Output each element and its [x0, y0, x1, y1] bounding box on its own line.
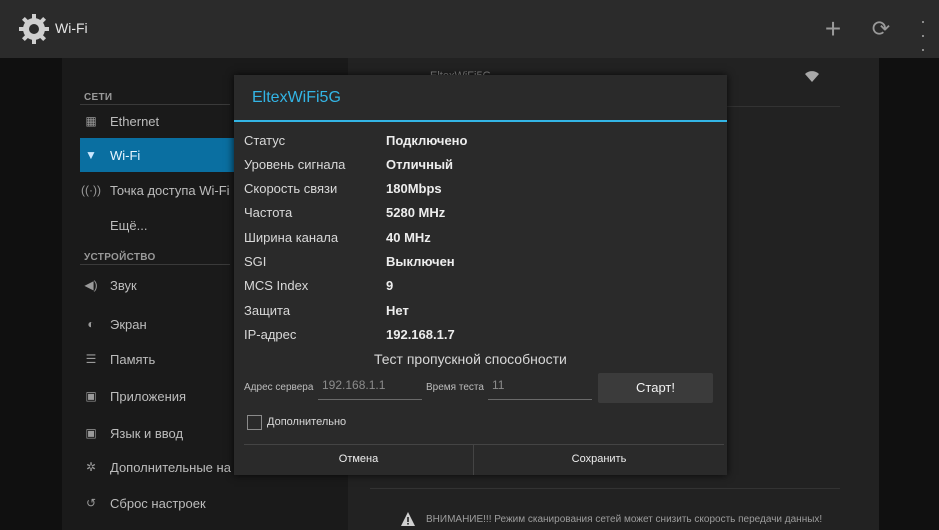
scan-warning: ВНИМАНИЕ!!! Режим сканирования сетей мож…	[400, 511, 822, 527]
sidebar-item-language[interactable]: ▣ Язык и ввод	[80, 416, 235, 450]
signal-level-value: Отличный	[386, 157, 454, 172]
link-speed-value: 180Mbps	[386, 181, 442, 196]
test-time-input[interactable]: 11	[488, 375, 592, 400]
ip-address-label: IP-адрес	[244, 327, 297, 342]
sidebar-item-label: Приложения	[110, 388, 187, 404]
gear-icon[interactable]	[18, 13, 50, 45]
sgi-value: Выключен	[386, 254, 455, 269]
wifi-details-dialog: EltexWiFi5G Статус Подключено Уровень си…	[234, 75, 727, 475]
start-test-button[interactable]: Старт!	[598, 373, 713, 403]
sidebar-item-label: Дополнительные на	[110, 459, 231, 475]
sound-icon: ◀)	[84, 278, 98, 292]
sidebar-item-label: Экран	[110, 316, 147, 332]
frequency-label: Частота	[244, 205, 293, 220]
reset-icon: ↺	[85, 496, 97, 510]
language-icon: ▣	[85, 426, 97, 440]
warning-icon	[401, 512, 415, 526]
frequency-value: 5280 MHz	[386, 205, 446, 220]
channel-width-value: 40 MHz	[386, 230, 431, 245]
sidebar-item-label: Wi-Fi	[110, 147, 141, 163]
security-value: Нет	[386, 303, 409, 318]
status-value: Подключено	[386, 133, 468, 148]
server-address-label: Адрес сервера	[244, 382, 314, 393]
dialog-title-divider	[234, 120, 727, 122]
link-speed-label: Скорость связи	[244, 181, 338, 196]
sidebar-item-hotspot[interactable]: ((·)) Точка доступа Wi-Fi	[80, 173, 235, 207]
sidebar-item-screen[interactable]: ◐ Экран	[80, 307, 235, 341]
mcs-index-label: MCS Index	[244, 278, 309, 293]
divider	[80, 264, 230, 265]
signal-level-label: Уровень сигнала	[244, 157, 346, 172]
wifi-icon: ▼	[85, 148, 97, 162]
channel-width-label: Ширина канала	[244, 230, 339, 245]
plus-icon[interactable]: +	[818, 14, 848, 44]
sidebar-item-label: Сброс настроек	[110, 495, 206, 511]
sidebar-item-label: Язык и ввод	[110, 425, 184, 441]
server-address-input[interactable]: 192.168.1.1	[318, 375, 422, 400]
advanced-checkbox-label[interactable]: Дополнительно	[267, 416, 346, 428]
sidebar-item-more[interactable]: Ещё...	[80, 208, 235, 242]
sidebar-item-label: Звук	[110, 277, 137, 293]
sidebar-item-ethernet[interactable]: ▦ Ethernet	[80, 104, 235, 138]
status-label: Статус	[244, 133, 286, 148]
page-title: Wi-Fi	[55, 20, 88, 36]
sidebar-item-storage[interactable]: ☰ Память	[80, 342, 235, 376]
sidebar-item-label: Память	[110, 351, 156, 367]
overflow-menu-icon[interactable]: · · ·	[914, 12, 932, 58]
section-networks: СЕТИ	[84, 92, 113, 103]
sidebar-item-reset[interactable]: ↺ Сброс настроек	[80, 486, 235, 520]
ethernet-icon: ▦	[85, 114, 97, 128]
section-device: УСТРОЙСТВО	[84, 252, 156, 263]
hotspot-icon: ((·))	[81, 183, 101, 197]
warning-text: ВНИМАНИЕ!!! Режим сканирования сетей мож…	[426, 513, 823, 525]
sidebar-item-label: Ethernet	[110, 113, 160, 129]
security-label: Защита	[244, 303, 291, 318]
wifi-signal-icon	[805, 71, 819, 82]
storage-icon: ☰	[85, 352, 97, 366]
apps-icon: ▣	[85, 389, 97, 403]
advanced-checkbox[interactable]	[247, 415, 262, 430]
screen-icon: ◐	[87, 317, 95, 331]
sidebar-item-label: Точка доступа Wi-Fi	[110, 182, 230, 198]
advanced-settings-icon: ✲	[85, 460, 97, 474]
sidebar-item-advanced[interactable]: ✲ Дополнительные на	[80, 450, 235, 484]
mcs-index-value: 9	[386, 278, 394, 293]
dialog-title: EltexWiFi5G	[252, 89, 341, 106]
action-bar: Wi-Fi + ⟳ · · ·	[0, 0, 939, 58]
list-divider	[370, 488, 840, 489]
bandwidth-test-title: Тест пропускной способности	[374, 351, 567, 367]
save-button[interactable]: Сохранить	[474, 444, 724, 475]
sidebar-item-apps[interactable]: ▣ Приложения	[80, 379, 235, 413]
test-time-label: Время теста	[426, 382, 484, 393]
sidebar-item-wifi[interactable]: ▼ Wi-Fi	[80, 138, 235, 172]
sidebar-item-sound[interactable]: ◀) Звук	[80, 268, 235, 302]
sidebar-item-label: Ещё...	[110, 217, 148, 233]
ip-address-value: 192.168.1.7	[386, 327, 455, 342]
refresh-icon[interactable]: ⟳	[866, 14, 896, 44]
cancel-button[interactable]: Отмена	[244, 444, 473, 475]
sgi-label: SGI	[244, 254, 267, 269]
